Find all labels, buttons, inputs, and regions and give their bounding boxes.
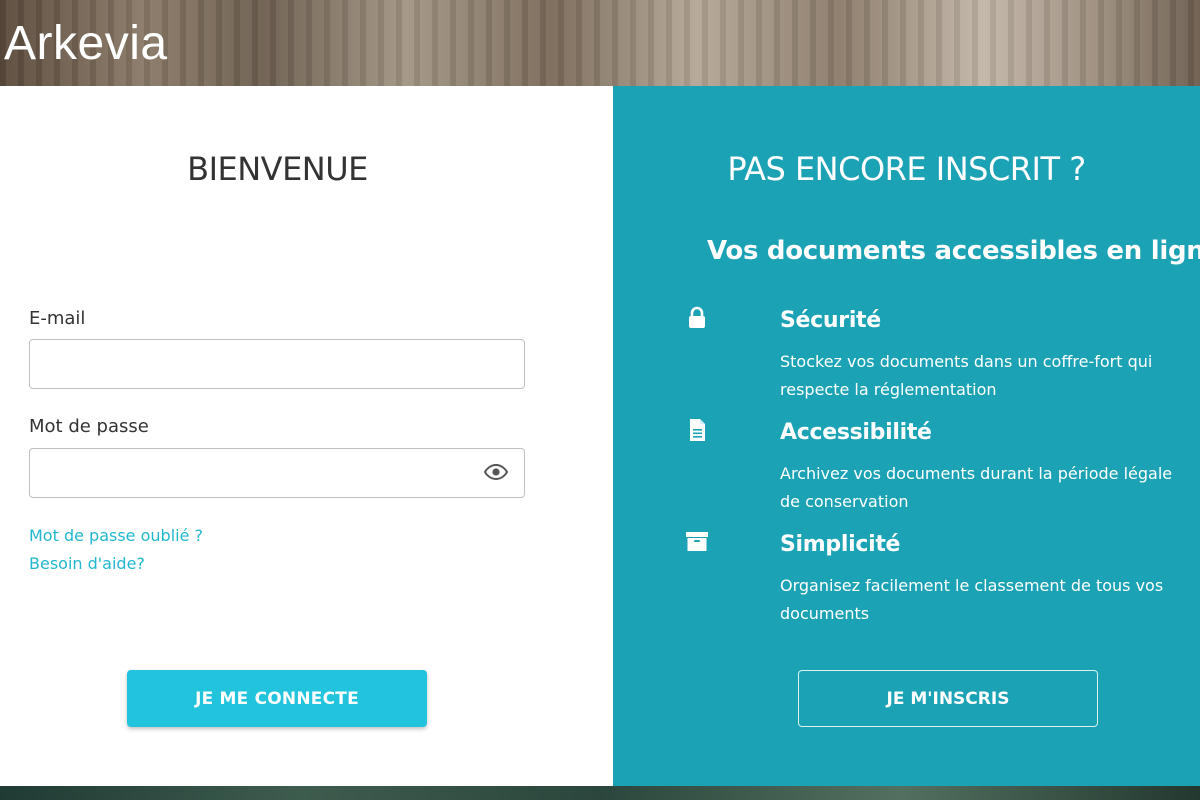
password-field[interactable] (29, 448, 525, 498)
connect-button[interactable]: JE ME CONNECTE (127, 670, 427, 727)
feature-title-security: Sécurité (780, 308, 881, 333)
email-label: E-mail (29, 308, 86, 329)
register-panel: PAS ENCORE INSCRIT ? Vos documents acces… (613, 86, 1200, 786)
register-button[interactable]: JE M'INSCRIS (798, 670, 1098, 727)
login-panel: BIENVENUE E-mail Mot de passe Mot de pas… (0, 86, 613, 786)
login-title: BIENVENUE (187, 150, 368, 188)
help-link[interactable]: Besoin d'aide? (29, 554, 145, 573)
feature-desc-accessibility: Archivez vos documents durant la période… (780, 464, 1173, 511)
archive-box-icon (685, 530, 709, 554)
feature-desc-simplicity: Organisez facilement le classement de to… (780, 576, 1164, 623)
feature-title-accessibility: Accessibilité (780, 420, 932, 445)
logo: Arkevia (4, 17, 168, 70)
eye-icon[interactable] (483, 463, 509, 481)
feature-desc-security: Stockez vos documents dans un coffre-for… (780, 352, 1153, 399)
email-field[interactable] (29, 339, 525, 389)
footer-background-strip (0, 786, 1200, 800)
header-banner: Arkevia (0, 0, 1200, 86)
register-title: PAS ENCORE INSCRIT ? (727, 150, 1086, 188)
password-label: Mot de passe (29, 416, 149, 437)
register-subtitle: Vos documents accessibles en ligne (707, 236, 1200, 266)
document-icon (685, 418, 709, 442)
feature-title-simplicity: Simplicité (780, 532, 901, 557)
forgot-password-link[interactable]: Mot de passe oublié ? (29, 526, 203, 545)
lock-icon (685, 306, 709, 330)
